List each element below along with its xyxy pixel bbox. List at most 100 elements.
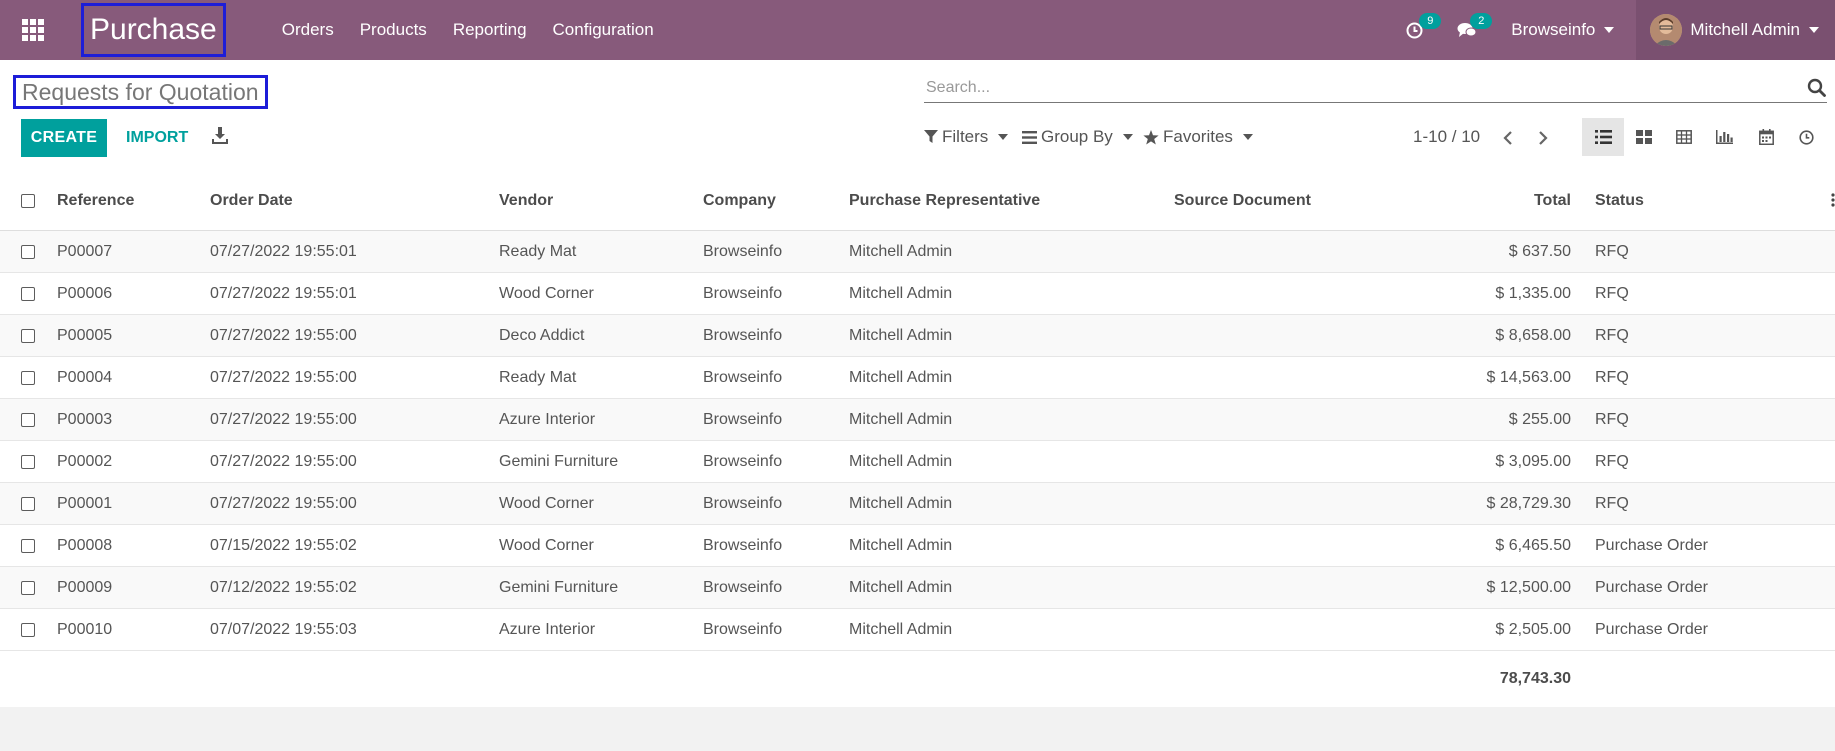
pager-previous-button[interactable] — [1498, 126, 1518, 150]
row-checkbox[interactable] — [21, 244, 35, 259]
source-document-cell — [1174, 482, 1407, 525]
vendor-cell: Ready Mat — [499, 230, 703, 273]
row-checkbox[interactable] — [21, 496, 35, 511]
status-cell: Purchase Order — [1595, 566, 1835, 609]
order-date-cell: 07/27/2022 19:55:01 — [210, 272, 499, 315]
source-document-cell — [1174, 272, 1407, 315]
total-cell: $ 6,465.50 — [1407, 524, 1595, 567]
search-button[interactable] — [1805, 77, 1827, 99]
row-checkbox[interactable] — [21, 328, 35, 343]
pager-value[interactable]: 1-10 / 10 — [1413, 127, 1480, 147]
page-title: Requests for Quotation — [13, 75, 268, 109]
table-row[interactable]: P00001 07/27/2022 19:55:00 Wood Corner Brow… — [0, 482, 1835, 525]
status-cell: RFQ — [1595, 398, 1835, 441]
row-checkbox[interactable] — [21, 538, 35, 553]
company-name: Browseinfo — [1511, 20, 1596, 39]
menu-orders[interactable]: Orders — [282, 20, 334, 40]
table-row[interactable]: P00009 07/12/2022 19:55:02 Gemini Furnitur… — [0, 566, 1835, 609]
source-document-cell — [1174, 440, 1407, 483]
reference-cell: P00001 — [57, 482, 210, 525]
source-document-cell — [1174, 314, 1407, 357]
favorites-dropdown[interactable]: Favorites — [1143, 127, 1253, 147]
status-cell: RFQ — [1595, 314, 1835, 357]
reference-cell: P00007 — [57, 230, 210, 273]
company-cell: Browseinfo — [703, 398, 849, 441]
app-name[interactable]: Purchase — [81, 3, 226, 57]
reference-cell: P00002 — [57, 440, 210, 483]
kanban-view-button[interactable] — [1623, 118, 1665, 156]
column-header-status-label: Status — [1595, 191, 1644, 209]
table-row[interactable]: P00008 07/15/2022 19:55:02 Wood Corner Brow… — [0, 524, 1835, 567]
order-date-cell: 07/07/2022 19:55:03 — [210, 608, 499, 651]
activity-menu[interactable]: 9 — [1406, 12, 1442, 39]
calendar-view-button[interactable] — [1745, 118, 1787, 156]
user-menu[interactable]: Mitchell Admin — [1636, 0, 1835, 60]
column-header-purchase-representative[interactable]: Purchase Representative — [849, 171, 1174, 231]
import-button[interactable]: IMPORT — [118, 119, 196, 157]
company-cell: Browseinfo — [703, 314, 849, 357]
table-row[interactable]: P00006 07/27/2022 19:55:01 Wood Corner Brow… — [0, 272, 1835, 315]
search-input[interactable] — [924, 78, 1805, 97]
status-cell: RFQ — [1595, 482, 1835, 525]
column-header-vendor[interactable]: Vendor — [499, 171, 703, 231]
kanban-view-icon — [1636, 130, 1652, 144]
row-checkbox[interactable] — [21, 286, 35, 301]
company-cell: Browseinfo — [703, 272, 849, 315]
company-switcher[interactable]: Browseinfo — [1511, 20, 1615, 40]
total-cell: $ 3,095.00 — [1407, 440, 1595, 483]
table-row[interactable]: P00005 07/27/2022 19:55:00 Deco Addict Brow… — [0, 314, 1835, 357]
table-footer-row: 78,743.30 — [0, 650, 1835, 707]
activity-view-button[interactable] — [1785, 118, 1827, 156]
table-row[interactable]: P00004 07/27/2022 19:55:00 Ready Mat Browse… — [0, 356, 1835, 399]
table-row[interactable]: P00003 07/27/2022 19:55:00 Azure Interior B… — [0, 398, 1835, 441]
row-checkbox[interactable] — [21, 580, 35, 595]
total-cell: $ 255.00 — [1407, 398, 1595, 441]
vendor-cell: Gemini Furniture — [499, 440, 703, 483]
column-header-source-document[interactable]: Source Document — [1174, 171, 1407, 231]
company-cell: Browseinfo — [703, 566, 849, 609]
groupby-dropdown[interactable]: Group By — [1022, 127, 1133, 147]
pager-next-button[interactable] — [1533, 126, 1553, 150]
row-checkbox[interactable] — [21, 454, 35, 469]
table-header-row: Reference Order Date Vendor Company Purc… — [0, 171, 1835, 231]
order-date-cell: 07/15/2022 19:55:02 — [210, 524, 499, 567]
column-header-company[interactable]: Company — [703, 171, 849, 231]
column-header-total[interactable]: Total — [1407, 171, 1595, 231]
list-view-button[interactable] — [1582, 118, 1624, 156]
table-row[interactable]: P00007 07/27/2022 19:55:01 Ready Mat Browse… — [0, 230, 1835, 273]
row-checkbox[interactable] — [21, 622, 35, 637]
purchase-representative-cell: Mitchell Admin — [849, 398, 1174, 441]
control-panel: Requests for Quotation CREATE IMPORT Fil… — [0, 60, 1835, 172]
reference-cell: P00010 — [57, 608, 210, 651]
create-button[interactable]: CREATE — [21, 119, 107, 157]
column-header-status[interactable]: Status — [1595, 171, 1835, 231]
column-header-order-date[interactable]: Order Date — [210, 171, 499, 231]
menu-reporting[interactable]: Reporting — [453, 20, 527, 40]
status-cell: RFQ — [1595, 440, 1835, 483]
vendor-cell: Wood Corner — [499, 524, 703, 567]
table-row[interactable]: P00002 07/27/2022 19:55:00 Gemini Furnitur… — [0, 440, 1835, 483]
optional-columns-icon[interactable] — [1831, 193, 1835, 207]
reference-cell: P00005 — [57, 314, 210, 357]
export-button[interactable] — [212, 127, 236, 149]
row-checkbox[interactable] — [21, 412, 35, 427]
vendor-cell: Wood Corner — [499, 272, 703, 315]
menu-configuration[interactable]: Configuration — [553, 20, 654, 40]
table-row[interactable]: P00010 07/07/2022 19:55:03 Azure Interior B… — [0, 608, 1835, 651]
filters-dropdown[interactable]: Filters — [924, 127, 1009, 147]
messages-menu[interactable]: 2 — [1457, 12, 1493, 39]
status-cell: RFQ — [1595, 356, 1835, 399]
pivot-view-button[interactable] — [1663, 118, 1705, 156]
status-cell: Purchase Order — [1595, 608, 1835, 651]
column-header-reference[interactable]: Reference — [57, 171, 210, 231]
apps-menu-button[interactable] — [0, 0, 66, 60]
vendor-cell: Azure Interior — [499, 398, 703, 441]
star-icon — [1143, 129, 1159, 145]
chevron-left-icon — [1503, 131, 1512, 145]
menu-products[interactable]: Products — [360, 20, 427, 40]
select-all-checkbox[interactable] — [21, 193, 35, 208]
graph-view-button[interactable] — [1703, 118, 1745, 156]
row-checkbox[interactable] — [21, 370, 35, 385]
total-cell: $ 28,729.30 — [1407, 482, 1595, 525]
status-cell: RFQ — [1595, 230, 1835, 273]
